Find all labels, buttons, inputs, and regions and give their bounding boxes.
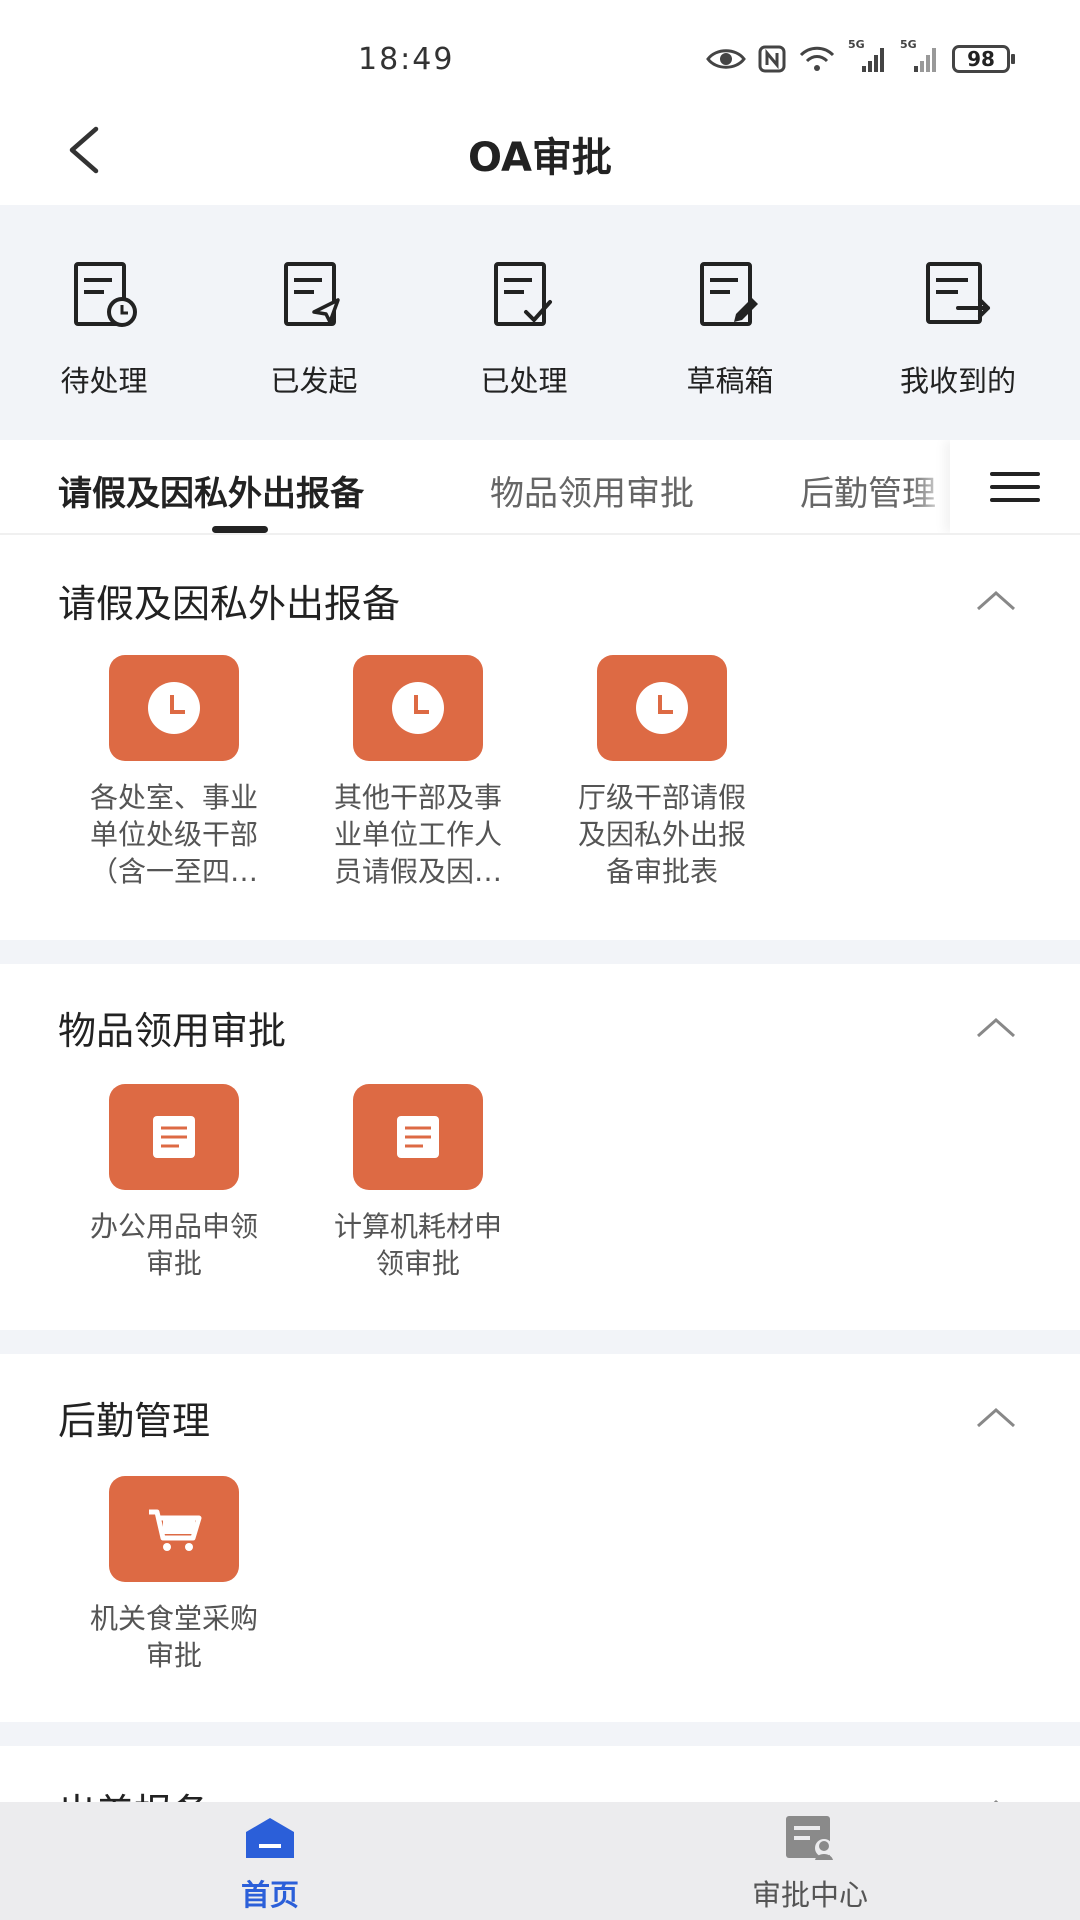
home-icon — [246, 1818, 294, 1858]
status-time: 18:49 — [358, 42, 455, 77]
chevron-up-icon[interactable] — [974, 587, 1018, 613]
draft-doc-icon — [700, 262, 758, 326]
section-title: 后勤管理 — [58, 1399, 211, 1443]
menu-icon — [990, 485, 1040, 489]
app-icon — [109, 1084, 239, 1190]
quick-action-label: 已发起 — [270, 364, 358, 398]
app-office-supplies[interactable]: 办公用品申领 审批 — [64, 1084, 284, 1282]
network-type-label-1: 5G — [848, 38, 865, 51]
app-icon — [353, 655, 483, 761]
quick-action-label: 已处理 — [480, 364, 568, 398]
app-label: 机关食堂采购 审批 — [89, 1602, 258, 1672]
nfc-icon — [758, 45, 786, 73]
app-computer-consumables[interactable]: 计算机耗材申 领审批 — [308, 1084, 528, 1282]
app-leave-division[interactable]: 各处室、事业 单位处级干部 （含一至四… — [64, 655, 284, 890]
section-title: 出差报备 — [58, 1782, 210, 1802]
menu-button[interactable] — [950, 440, 1080, 533]
app-icon — [353, 1084, 483, 1190]
battery-icon: 98 — [952, 45, 1015, 73]
section-leave: 请假及因私外出报备 各处室、事业 单位处级干部 （含一至四… 其他干部及事 业单… — [0, 537, 1080, 940]
nav-label: 审批中心 — [751, 1878, 868, 1912]
app-icon — [109, 655, 239, 761]
section-title: 请假及因私外出报备 — [58, 582, 401, 626]
quick-action-sent[interactable]: 已发起 — [224, 260, 404, 400]
app-icon — [109, 1476, 239, 1582]
tab-leave-report[interactable]: 请假及因私外出报备 — [58, 466, 364, 515]
section-divider — [0, 1330, 1080, 1354]
quick-actions: 待处理 已发起 已处理 草稿箱 我收到的 — [0, 205, 1080, 440]
signal-1: 5G — [848, 38, 888, 74]
title-bar: OA审批 — [0, 95, 1080, 205]
status-icons: 5G 5G 98 — [706, 38, 1015, 76]
category-tabs: 请假及因私外出报备 物品领用审批 后勤管理 — [0, 440, 1080, 535]
clock-icon — [636, 682, 688, 734]
app-leave-bureau-level[interactable]: 厅级干部请假 及因私外出报 备审批表 — [552, 655, 772, 890]
app-icon — [597, 655, 727, 761]
section-items: 物品领用审批 办公用品申领 审批 计算机耗材申 领审批 — [0, 964, 1080, 1330]
clock-icon — [148, 682, 200, 734]
app-leave-other-staff[interactable]: 其他干部及事 业单位工作人 员请假及因… — [308, 655, 528, 890]
app-label: 厅级干部请假 及因私外出报 备审批表 — [577, 781, 746, 888]
section-logistics: 后勤管理 机关食堂采购 审批 — [0, 1354, 1080, 1722]
section-divider — [0, 940, 1080, 964]
quick-action-label: 草稿箱 — [686, 364, 774, 398]
nav-approval-center[interactable]: 审批中心 — [710, 1814, 910, 1914]
quick-action-received[interactable]: 我收到的 — [868, 260, 1048, 400]
done-doc-icon — [494, 262, 552, 326]
document-icon — [397, 1116, 439, 1158]
cart-icon — [149, 1509, 202, 1551]
pending-doc-icon — [74, 262, 137, 327]
tab-fade — [910, 440, 950, 533]
tab-indicator — [212, 526, 268, 533]
section-title: 物品领用审批 — [58, 1009, 287, 1053]
page-title: OA审批 — [468, 135, 612, 181]
quick-action-label: 待处理 — [60, 364, 148, 398]
tab-item-requisition[interactable]: 物品领用审批 — [490, 466, 694, 515]
sent-doc-icon — [284, 262, 340, 326]
approval-center-icon — [786, 1816, 833, 1860]
signal-2: 5G — [900, 38, 940, 74]
document-icon — [153, 1116, 195, 1158]
chevron-up-icon[interactable] — [974, 1404, 1018, 1430]
quick-action-draft[interactable]: 草稿箱 — [640, 260, 820, 400]
chevron-up-icon[interactable] — [974, 1014, 1018, 1040]
network-type-label-2: 5G — [900, 38, 917, 51]
status-bar: 18:49 5G 5G 98 — [0, 0, 1080, 95]
nav-home[interactable]: 首页 — [170, 1814, 370, 1914]
eye-icon — [706, 49, 746, 69]
quick-action-done[interactable]: 已处理 — [434, 260, 614, 400]
app-label: 各处室、事业 单位处级干部 （含一至四… — [89, 781, 258, 888]
received-doc-icon — [926, 262, 990, 324]
app-label: 计算机耗材申 领审批 — [333, 1210, 502, 1280]
nav-label: 首页 — [240, 1878, 299, 1912]
app-canteen-purchase[interactable]: 机关食堂采购 审批 — [64, 1476, 284, 1674]
quick-action-label: 我收到的 — [899, 364, 1016, 398]
section-divider — [0, 1722, 1080, 1746]
menu-icon — [990, 498, 1040, 502]
app-label: 其他干部及事 业单位工作人 员请假及因… — [333, 781, 502, 888]
clock-icon — [392, 682, 444, 734]
section-business-trip: 出差报备 — [0, 1746, 1080, 1802]
app-label: 办公用品申领 审批 — [89, 1210, 258, 1280]
wifi-icon — [799, 46, 835, 71]
menu-icon — [990, 472, 1040, 476]
bottom-nav: 首页 审批中心 — [0, 1802, 1080, 1920]
quick-action-pending[interactable]: 待处理 — [14, 260, 194, 400]
